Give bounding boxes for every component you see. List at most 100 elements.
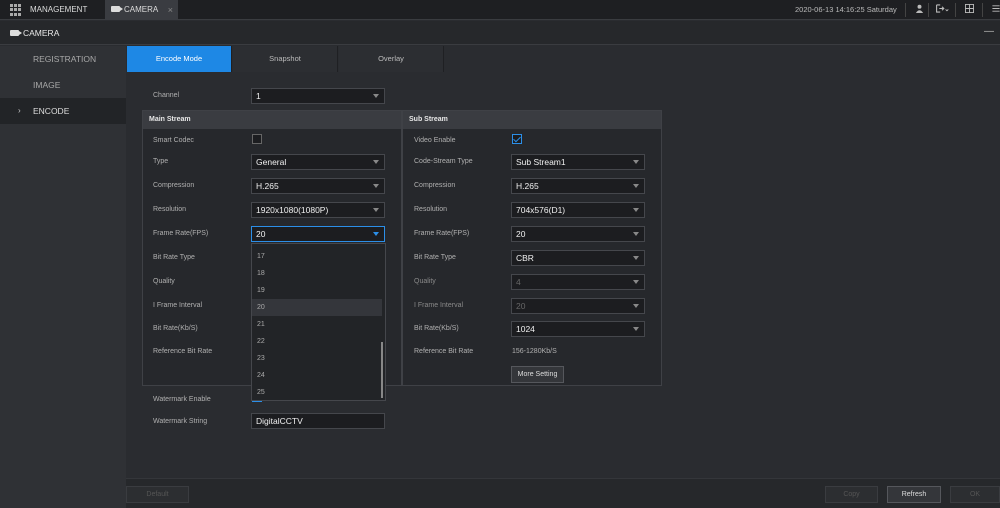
smart-codec-checkbox[interactable] xyxy=(252,134,262,144)
quality-label: Quality xyxy=(153,278,175,285)
menu-icon[interactable] xyxy=(992,0,1000,20)
tab-management[interactable]: MANAGEMENT xyxy=(30,0,87,20)
code-stream-type-select[interactable]: Sub Stream1 xyxy=(511,154,645,170)
chevron-down-icon xyxy=(633,232,639,236)
dropdown-option[interactable]: 23 xyxy=(252,350,382,367)
sub-resolution-select[interactable]: 704x576(D1) xyxy=(511,202,645,218)
frame-rate-dropdown: 17 18 19 20 21 22 23 24 25 xyxy=(251,243,386,401)
sub-bit-rate-type-select[interactable]: CBR xyxy=(511,250,645,266)
bit-rate-label: Bit Rate(Kb/S) xyxy=(153,325,198,332)
sub-compression-value: H.265 xyxy=(516,181,539,191)
copy-button[interactable]: Copy xyxy=(825,486,878,503)
i-frame-interval-label: I Frame Interval xyxy=(153,302,203,309)
sub-frame-rate-value: 20 xyxy=(516,229,526,239)
divider xyxy=(982,3,983,17)
sub-frame-rate-select[interactable]: 20 xyxy=(511,226,645,242)
type-label: Type xyxy=(153,158,169,165)
dropdown-scrollbar[interactable] xyxy=(381,342,383,398)
sub-i-frame-interval-label: I Frame Interval xyxy=(414,302,464,309)
channel-select[interactable]: 1 xyxy=(251,88,385,104)
dropdown-option[interactable]: 18 xyxy=(252,265,382,282)
dropdown-option[interactable]: 24 xyxy=(252,367,382,384)
page-title: CAMERA xyxy=(10,21,59,45)
divider xyxy=(955,3,956,17)
tab-snapshot[interactable]: Snapshot xyxy=(233,46,338,72)
chevron-down-icon xyxy=(633,208,639,212)
sub-reference-bit-rate-value: 156-1280Kb/S xyxy=(512,348,557,355)
sub-bit-rate-label: Bit Rate(Kb/S) xyxy=(414,325,459,332)
watermark-string-label: Watermark String xyxy=(153,418,208,425)
sub-bit-rate-select[interactable]: 1024 xyxy=(511,321,645,337)
dropdown-option-selected[interactable]: 20 xyxy=(252,299,382,316)
chevron-down-icon xyxy=(633,160,639,164)
watermark-string-input[interactable]: DigitalCCTV xyxy=(251,413,385,429)
chevron-down-icon xyxy=(373,160,379,164)
sub-quality-select: 4 xyxy=(511,274,645,290)
close-icon[interactable]: × xyxy=(168,0,173,20)
dropdown-option[interactable]: 22 xyxy=(252,333,382,350)
video-enable-label: Video Enable xyxy=(414,137,456,144)
sub-bit-rate-value: 1024 xyxy=(516,324,535,334)
type-value: General xyxy=(256,157,287,167)
resolution-select[interactable]: 1920x1080(1080P) xyxy=(251,202,385,218)
channel-label: Channel xyxy=(153,92,180,99)
frame-rate-select[interactable]: 20 xyxy=(251,226,385,242)
datetime: 2020-06-13 14:16:25 Saturday xyxy=(795,5,897,14)
section-header: CAMERA — xyxy=(0,21,1000,45)
ok-button[interactable]: OK xyxy=(950,486,1000,503)
main-stream-title: Main Stream xyxy=(143,111,401,129)
top-bar: MANAGEMENT CAMERA × 2020-06-13 14:16:25 … xyxy=(0,0,1000,20)
sidebar-item-image[interactable]: IMAGE xyxy=(0,72,126,98)
more-setting-button[interactable]: More Setting xyxy=(511,366,564,383)
compression-value: H.265 xyxy=(256,181,279,191)
tab-encode-mode[interactable]: Encode Mode xyxy=(127,46,232,72)
code-stream-type-value: Sub Stream1 xyxy=(516,157,566,167)
tab-camera-label: CAMERA xyxy=(124,5,159,14)
main-menu-icon[interactable] xyxy=(10,4,22,16)
divider xyxy=(928,3,929,17)
sidebar-item-label: ENCODE xyxy=(33,106,70,116)
default-button[interactable]: Default xyxy=(126,486,189,503)
dropdown-option[interactable]: 17 xyxy=(252,248,382,265)
tab-overlay[interactable]: Overlay xyxy=(339,46,444,72)
dropdown-option[interactable]: 19 xyxy=(252,282,382,299)
type-select[interactable]: General xyxy=(251,154,385,170)
sub-bit-rate-type-value: CBR xyxy=(516,253,534,263)
resolution-value: 1920x1080(1080P) xyxy=(256,205,329,215)
user-icon[interactable] xyxy=(915,0,924,20)
sub-quality-value: 4 xyxy=(516,277,521,287)
dropdown-option[interactable]: 21 xyxy=(252,316,382,333)
sidebar-item-encode[interactable]: › ENCODE xyxy=(0,98,126,124)
sub-quality-label: Quality xyxy=(414,278,436,285)
sub-compression-label: Compression xyxy=(414,182,456,189)
page-title-text: CAMERA xyxy=(23,28,60,38)
resolution-label: Resolution xyxy=(153,206,187,213)
smart-codec-label: Smart Codec xyxy=(153,137,194,144)
chevron-down-icon xyxy=(633,280,639,284)
chevron-down-icon xyxy=(633,304,639,308)
split-screen-icon[interactable] xyxy=(965,0,974,20)
video-enable-checkbox[interactable] xyxy=(512,134,522,144)
compression-select[interactable]: H.265 xyxy=(251,178,385,194)
sub-resolution-label: Resolution xyxy=(414,206,448,213)
chevron-down-icon xyxy=(633,327,639,331)
chevron-right-icon: › xyxy=(18,106,21,115)
watermark-string-value: DigitalCCTV xyxy=(256,416,303,426)
sub-frame-rate-label: Frame Rate(FPS) xyxy=(414,230,470,237)
tab-camera[interactable]: CAMERA × xyxy=(105,0,178,20)
bit-rate-type-label: Bit Rate Type xyxy=(153,254,195,261)
minimize-button[interactable]: — xyxy=(984,21,994,43)
refresh-button[interactable]: Refresh xyxy=(887,486,941,503)
sidebar-item-registration[interactable]: REGISTRATION xyxy=(0,46,126,72)
logout-icon[interactable] xyxy=(935,0,949,20)
reference-bit-rate-label: Reference Bit Rate xyxy=(153,348,213,355)
sub-compression-select[interactable]: H.265 xyxy=(511,178,645,194)
compression-label: Compression xyxy=(153,182,195,189)
sub-i-frame-interval-select: 20 xyxy=(511,298,645,314)
frame-rate-label: Frame Rate(FPS) xyxy=(153,230,209,237)
chevron-down-icon xyxy=(373,232,379,236)
sub-stream-title: Sub Stream xyxy=(403,111,661,129)
code-stream-type-label: Code-Stream Type xyxy=(414,158,473,165)
dropdown-option[interactable]: 25 xyxy=(252,384,382,400)
divider xyxy=(905,3,906,17)
